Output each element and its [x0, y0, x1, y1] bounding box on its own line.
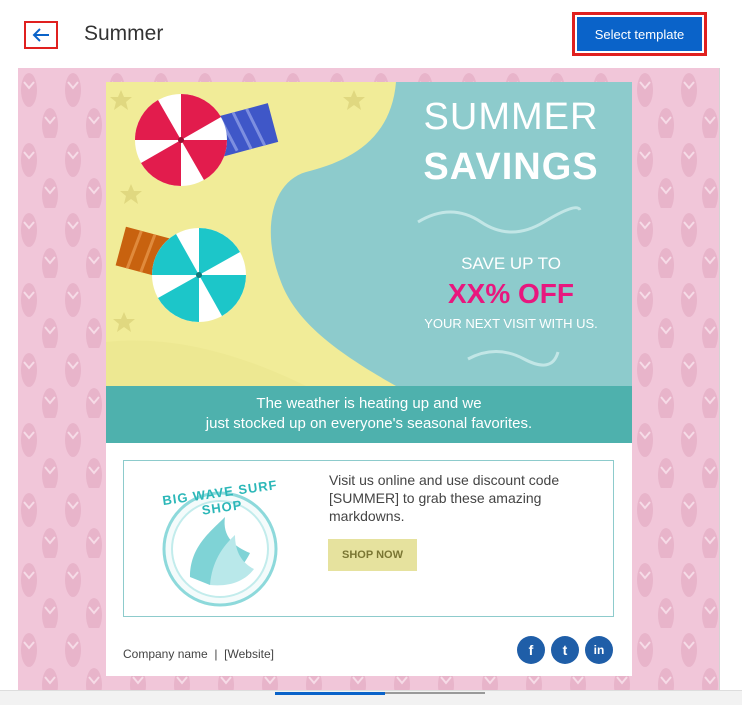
umbrella-red: [134, 93, 228, 187]
band-line-2: just stocked up on everyone's seasonal f…: [205, 415, 533, 432]
promo-text: Visit us online and use discount code [S…: [329, 472, 560, 524]
footer-company-website: Company name | [Website]: [123, 647, 274, 661]
discount-text: XX% OFF: [447, 278, 574, 309]
page-title: Summer: [84, 22, 164, 45]
email-template: SUMMER SAVINGS SAVE UP TO XX% OFF YOUR N…: [106, 82, 632, 676]
template-preview: SUMMER SAVINGS SAVE UP TO XX% OFF YOUR N…: [18, 68, 719, 690]
panel-divider: [719, 68, 720, 690]
headline-savings: SAVINGS: [423, 146, 599, 188]
band-line-1: The weather is heating up and we: [256, 395, 482, 412]
intro-band: The weather is heating up and we just st…: [106, 386, 632, 443]
save-suffix: YOUR NEXT VISIT WITH US.: [424, 316, 598, 331]
twitter-icon[interactable]: t: [551, 636, 579, 664]
hero-section: SUMMER SAVINGS SAVE UP TO XX% OFF YOUR N…: [106, 82, 632, 386]
back-button[interactable]: [24, 21, 58, 49]
facebook-icon[interactable]: f: [517, 636, 545, 664]
arrow-left-icon: [32, 28, 49, 42]
bottom-tab-active[interactable]: [275, 692, 385, 695]
save-prefix: SAVE UP TO: [461, 254, 561, 273]
shop-now-button[interactable]: SHOP NOW: [328, 539, 417, 571]
umbrella-teal: [152, 228, 246, 322]
promo-card: BIG WAVE SURF SHOP Visit us online and u…: [123, 460, 614, 617]
linkedin-icon[interactable]: in: [585, 636, 613, 664]
select-template-button[interactable]: Select template: [577, 17, 702, 51]
bottom-tab-inactive[interactable]: [385, 692, 485, 694]
headline-summer: SUMMER: [423, 96, 599, 138]
header-bar: Summer Select template: [0, 0, 720, 68]
select-template-highlight: Select template: [572, 12, 707, 56]
bottom-bar: [0, 690, 742, 705]
